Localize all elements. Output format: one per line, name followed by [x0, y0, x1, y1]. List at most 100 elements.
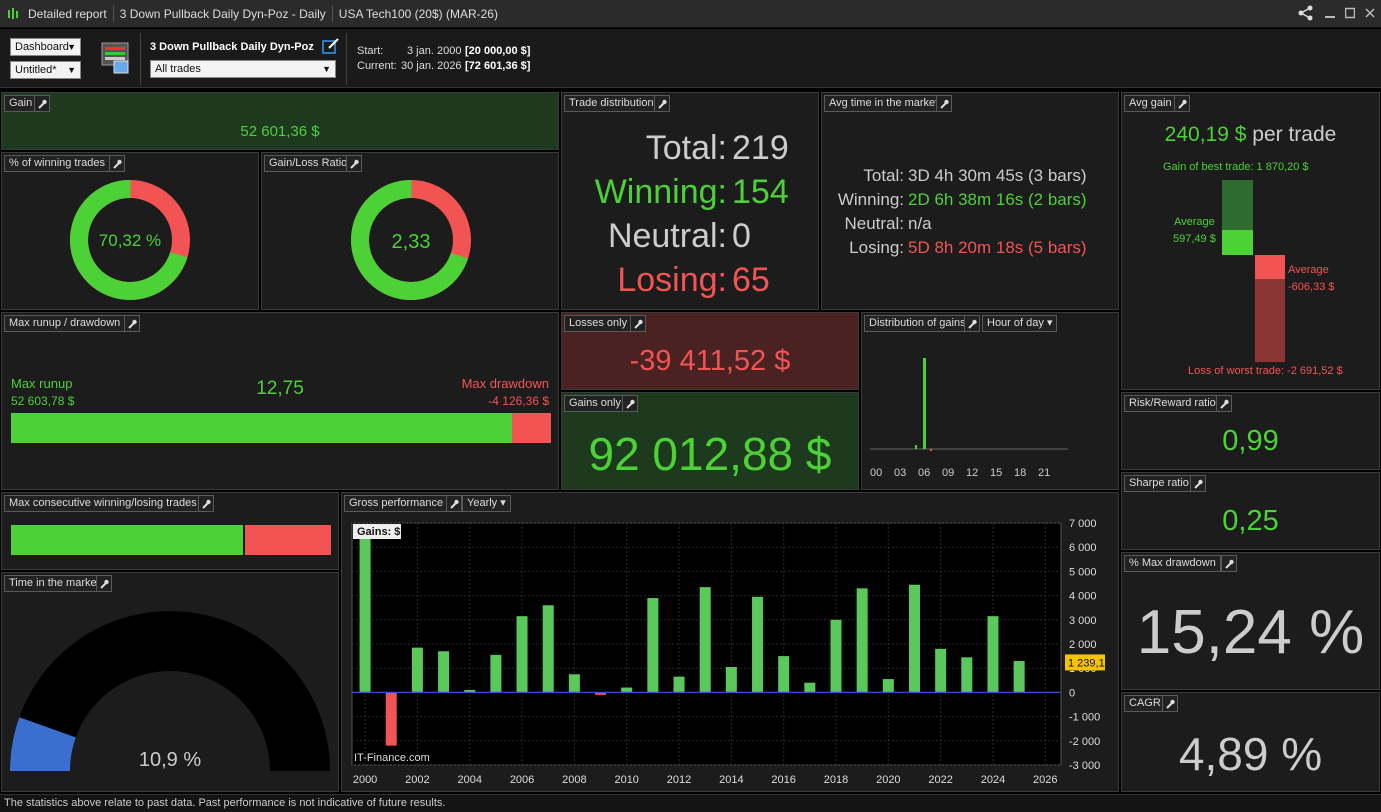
maximize-icon[interactable] — [1344, 7, 1356, 22]
panel-title: Gain — [4, 95, 38, 112]
wrench-icon[interactable] — [622, 395, 638, 412]
avg-loss-amount: -606,33 $ — [1288, 281, 1335, 293]
bar-2005 — [490, 654, 502, 693]
y-tick-label: 4 000 — [1069, 591, 1097, 603]
wrench-icon[interactable] — [446, 495, 462, 512]
wrench-icon[interactable] — [346, 155, 362, 172]
title-tab-instrument: USA Tech100 (20$) (MAR-26) — [338, 6, 498, 21]
x-tick-label: 2010 — [614, 774, 638, 786]
losing-label: Losing: — [617, 261, 727, 299]
winning-value: 70,32 % — [98, 231, 162, 250]
wrench-icon[interactable] — [1221, 555, 1237, 572]
bar-2020 — [882, 679, 894, 693]
x-tick-label: 2006 — [510, 774, 534, 786]
wrench-icon[interactable] — [630, 315, 646, 332]
layout-select[interactable]: Untitled* ▼ — [10, 61, 81, 79]
title-tab-report: Detailed report — [22, 5, 114, 22]
x-tick-label: 2008 — [562, 774, 586, 786]
y-tick-label: 0 — [1069, 687, 1075, 699]
max-drawdown-pct-value: 15,24 % — [1136, 598, 1365, 667]
current-date: 30 jan. 2026 — [401, 60, 462, 72]
share-icon[interactable] — [1297, 5, 1315, 24]
panel-title: Sharpe ratio — [1124, 475, 1194, 492]
y-tick-label: -3 000 — [1069, 760, 1100, 772]
minimize-icon[interactable] — [1325, 7, 1335, 22]
close-icon[interactable] — [1365, 7, 1375, 22]
distribution-x-tick: 12 — [966, 467, 979, 479]
max-drawdown-pct-panel: % Max drawdown 15,24 % — [1121, 552, 1380, 690]
bar-2017 — [804, 682, 816, 693]
time-in-market-value: 10,9 % — [138, 749, 202, 771]
chevron-down-icon: ▾ — [500, 497, 506, 509]
trades-select[interactable]: All trades ▼ — [150, 60, 336, 78]
panel-title: Gain/Loss Ratio — [264, 155, 353, 172]
wrench-icon[interactable] — [124, 315, 140, 332]
avg-neutral-value: n/a — [908, 214, 932, 233]
chevron-down-icon: ▼ — [67, 42, 76, 52]
avg-gain-value: 240,19 $ — [1164, 123, 1247, 146]
chart-title: Gains: $ — [357, 526, 400, 538]
view-select[interactable]: Dashboard ▼ — [10, 38, 81, 56]
bar-2014 — [725, 666, 737, 693]
candlestick-icon — [6, 7, 20, 21]
avg-gain-panel: Avg gain 240,19 $ per trade Gain of best… — [1121, 92, 1380, 390]
bar-2008 — [568, 674, 580, 693]
sharpe-value: 0,25 — [1222, 505, 1279, 537]
distribution-chart — [870, 358, 1068, 451]
avg-gain-suffix: per trade — [1252, 123, 1337, 146]
strategy-icon[interactable] — [100, 41, 132, 75]
bar-2025 — [1013, 660, 1025, 693]
bar-2024 — [987, 616, 999, 693]
panel-title: Gains only — [564, 395, 626, 412]
wrench-icon[interactable] — [964, 315, 980, 332]
cagr-value: 4,89 % — [1178, 728, 1323, 780]
total-value: 219 — [732, 129, 789, 167]
risk-reward-value: 0,99 — [1222, 425, 1279, 457]
cagr-panel: CAGR 4,89 % — [1121, 692, 1380, 792]
y-tick-label: 7 000 — [1069, 518, 1097, 530]
gross-performance-chart: 7 0006 0005 0004 0003 0002 0001 0000-1 0… — [351, 518, 1105, 786]
neutral-label: Neutral: — [607, 217, 727, 255]
title-bar: Detailed report 3 Down Pullback Daily Dy… — [0, 0, 1381, 28]
best-trade-label: Gain of best trade: 1 870,20 $ — [1163, 161, 1309, 173]
wrench-icon[interactable] — [1190, 475, 1206, 492]
neutral-value: 0 — [732, 217, 751, 255]
panel-title: Risk/Reward ratio — [1124, 395, 1221, 412]
panel-title: Max runup / drawdown — [4, 315, 126, 332]
gain-loss-value: 2,33 — [391, 231, 431, 253]
current-value: [72 601,36 $] — [465, 60, 531, 72]
wrench-icon[interactable] — [34, 95, 50, 112]
consecutive-bar — [11, 525, 331, 555]
bar-2001 — [385, 692, 397, 746]
y-tick-label: -2 000 — [1069, 736, 1100, 748]
wrench-icon[interactable] — [1216, 395, 1232, 412]
wrench-icon[interactable] — [936, 95, 952, 112]
wrench-icon[interactable] — [96, 575, 112, 592]
yearly-dropdown[interactable]: Yearly ▾ — [462, 495, 511, 512]
avg-gain-amount: 597,49 $ — [1173, 233, 1216, 245]
hour-of-day-dropdown[interactable]: Hour of day ▾ — [982, 315, 1058, 332]
y-tick-label: 2 000 — [1069, 639, 1097, 651]
winning-trades-panel: % of winning trades 70,32 % — [1, 152, 259, 310]
bar-2010 — [621, 687, 633, 693]
gains-only-panel: Gains only 92 012,88 $ — [561, 392, 859, 490]
wrench-icon[interactable] — [1162, 695, 1178, 712]
panel-title: % Max drawdown — [1124, 555, 1221, 572]
x-tick-label: 2016 — [771, 774, 795, 786]
wrench-icon[interactable] — [109, 155, 125, 172]
distribution-x-tick: 06 — [918, 467, 931, 479]
x-tick-label: 2018 — [824, 774, 848, 786]
consecutive-winning-fill — [11, 525, 245, 555]
wrench-icon[interactable] — [198, 495, 214, 512]
bar-2016 — [778, 656, 790, 693]
y-tick-label: -1 000 — [1069, 712, 1100, 724]
losses-only-panel: Losses only -39 411,52 $ — [561, 312, 859, 390]
wrench-icon[interactable] — [654, 95, 670, 112]
x-tick-label: 2022 — [928, 774, 952, 786]
distribution-x-tick: 00 — [870, 467, 883, 479]
edit-icon[interactable] — [322, 37, 340, 55]
panel-title: CAGR — [1124, 695, 1166, 712]
distribution-x-tick: 03 — [894, 467, 907, 479]
runup-fill — [11, 413, 512, 443]
wrench-icon[interactable] — [1174, 95, 1190, 112]
